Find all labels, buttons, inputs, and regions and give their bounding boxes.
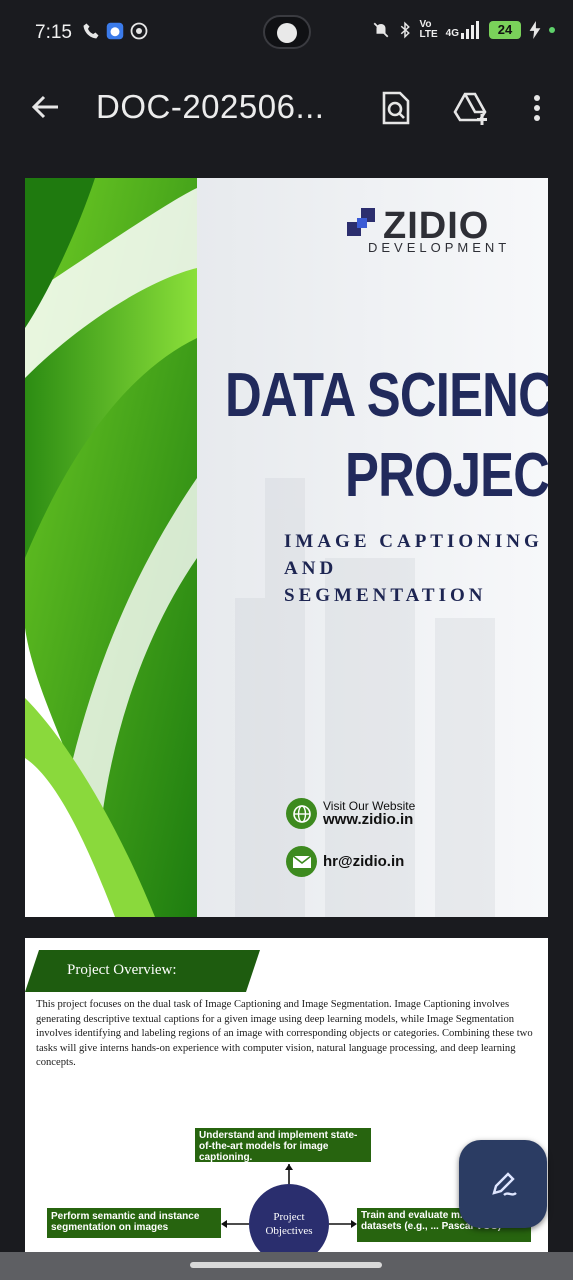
document-title: DOC-202506... xyxy=(96,88,325,125)
volte-label: Vo LTE xyxy=(419,19,438,40)
whatsapp-icon xyxy=(130,22,148,40)
visit-website-label: Visit Our Website xyxy=(323,798,416,813)
website-link[interactable]: www.zidio.in xyxy=(323,811,415,828)
status-time: 7:15 xyxy=(35,22,72,43)
status-notification-icons xyxy=(82,22,148,40)
cover-subtitle: IMAGE CAPTIONING AND SEGMENTATION xyxy=(284,531,543,606)
battery-indicator: 24 xyxy=(489,21,521,39)
cover-title-line2: PROJECT xyxy=(345,441,548,510)
mail-icon xyxy=(286,846,317,877)
objective-top: Understand and implement state-of-the-ar… xyxy=(195,1128,371,1163)
app-notification-icon xyxy=(106,22,124,40)
add-to-drive-icon[interactable] xyxy=(453,90,491,126)
arrow-left-icon[interactable] xyxy=(28,90,62,124)
app-toolbar: DOC-202506... xyxy=(0,66,573,152)
status-system-icons: Vo LTE 4G 24 xyxy=(372,19,555,40)
objective-left: Perform semantic and instance segmentati… xyxy=(47,1208,221,1238)
signal-icon: 4G xyxy=(446,21,481,39)
document-search-icon[interactable] xyxy=(379,90,413,126)
edit-pen-icon xyxy=(492,1172,517,1196)
edit-fab-button[interactable] xyxy=(459,1140,547,1228)
mute-icon xyxy=(373,22,388,38)
charging-icon xyxy=(529,21,541,39)
status-bar: 7:15 Vo LTE 4G 24 xyxy=(0,0,573,66)
camera-pill xyxy=(263,15,311,49)
document-page-cover: ZIDIO DEVELOPMENT DATA SCIENCE PROJECT I… xyxy=(25,178,548,917)
privacy-dot xyxy=(549,27,555,33)
system-nav-bar xyxy=(0,1252,573,1280)
gesture-handle[interactable] xyxy=(190,1262,382,1268)
brand-subtitle: DEVELOPMENT xyxy=(368,240,511,255)
more-vert-icon[interactable] xyxy=(525,90,549,126)
bluetooth-icon xyxy=(400,21,410,39)
cover-title-line1: DATA SCIENCE xyxy=(225,361,548,430)
zidio-logo-icon xyxy=(347,208,375,236)
email-contact: hr@zidio.in xyxy=(286,846,404,877)
email-link[interactable]: hr@zidio.in xyxy=(323,853,404,870)
website-contact: Visit Our Website www.zidio.in xyxy=(286,798,415,829)
globe-icon xyxy=(286,798,317,829)
phone-icon xyxy=(83,23,99,39)
